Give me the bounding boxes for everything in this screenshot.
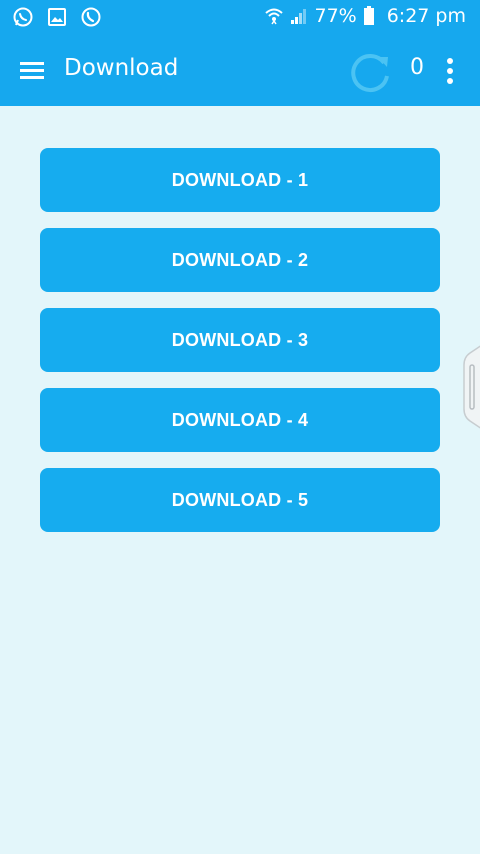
download-list: DOWNLOAD - 1 DOWNLOAD - 2 DOWNLOAD - 3 D… [0,106,480,854]
battery-percent: 77% [314,5,357,27]
download-2-button[interactable]: DOWNLOAD - 2 [40,228,440,292]
download-4-button[interactable]: DOWNLOAD - 4 [40,388,440,452]
menu-icon[interactable] [18,58,46,84]
status-bar: 77% 6:27 pm [0,0,480,36]
more-vert-icon[interactable] [441,57,459,85]
refresh-icon[interactable] [346,49,394,97]
page-title: Download [64,55,179,81]
download-5-button[interactable]: DOWNLOAD - 5 [40,468,440,532]
edge-panel-handle[interactable] [462,345,480,429]
signal-icon [290,7,308,25]
system-status: 77% 6:27 pm [264,5,466,27]
app-bar: Download 0 [0,36,480,106]
battery-icon [363,6,375,26]
whatsapp-icon [12,6,34,28]
download-count: 0 [410,55,424,80]
notification-icons [12,6,102,28]
phone-icon [80,6,102,28]
download-1-button[interactable]: DOWNLOAD - 1 [40,148,440,212]
wifi-icon [264,6,284,26]
clock: 6:27 pm [386,5,466,27]
image-icon [46,6,68,28]
download-3-button[interactable]: DOWNLOAD - 3 [40,308,440,372]
